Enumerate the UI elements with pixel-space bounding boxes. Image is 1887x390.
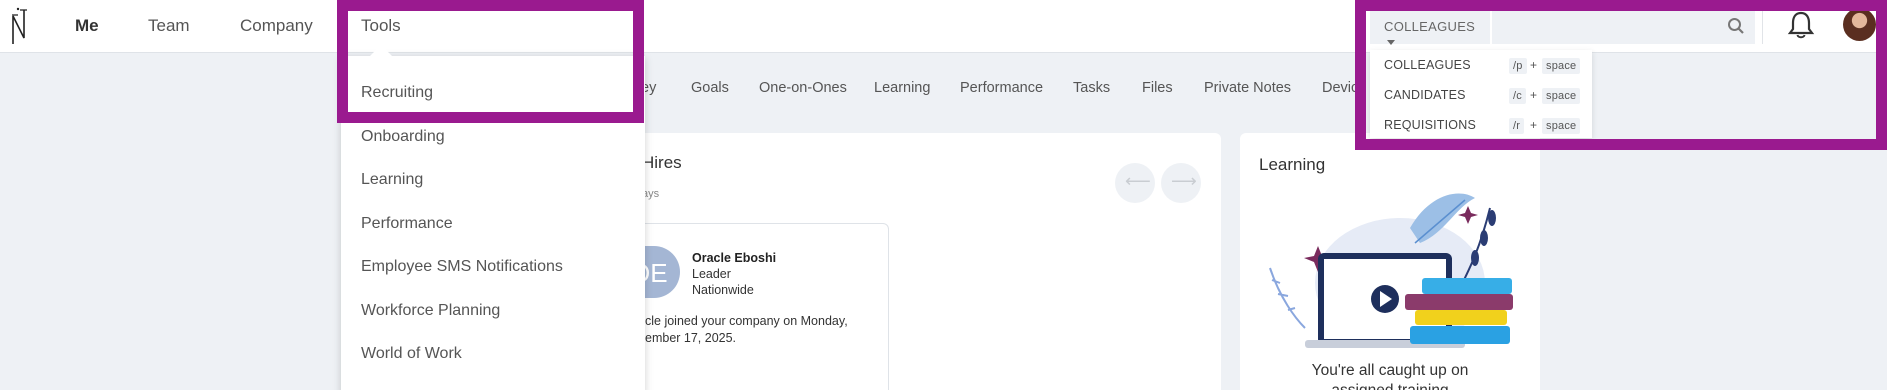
shortcut-key: /p xyxy=(1509,58,1527,74)
previous-arrow-button[interactable]: ⟵ xyxy=(1115,163,1155,203)
shortcut-plus: + xyxy=(1530,118,1538,132)
next-arrow-button[interactable]: ⟶ xyxy=(1161,163,1201,203)
tools-dropdown-caret xyxy=(370,45,392,56)
person-join-message-line2: ember 17, 2025. xyxy=(645,331,737,345)
shortcut-space: space xyxy=(1542,118,1581,134)
shortcut-plus: + xyxy=(1530,88,1538,102)
learning-card: Learning xyxy=(1240,133,1540,390)
search-option-requisitions[interactable]: REQUISITIONS /r + space xyxy=(1384,118,1584,134)
tools-item-employee-sms-notifications[interactable]: Employee SMS Notifications xyxy=(361,258,563,276)
search-icon[interactable] xyxy=(1727,17,1745,35)
tools-item-world-of-work[interactable]: World of Work xyxy=(361,345,462,363)
shortcut-space: space xyxy=(1542,88,1581,104)
new-hire-person-card[interactable] xyxy=(630,223,889,390)
search-option-candidates[interactable]: CANDIDATES /c + space xyxy=(1384,88,1584,104)
nav-tools[interactable]: Tools xyxy=(361,16,401,36)
nav-me[interactable]: Me xyxy=(75,16,99,36)
search-option-label: REQUISITIONS xyxy=(1384,118,1476,132)
search-type-menu: COLLEAGUES /p + space CANDIDATES /c + sp… xyxy=(1370,50,1592,138)
subtab-performance[interactable]: Performance xyxy=(960,80,1043,96)
subtab-goals[interactable]: Goals xyxy=(691,80,729,96)
subtab-one-on-ones[interactable]: One-on-Ones xyxy=(759,80,847,96)
search-input[interactable] xyxy=(1492,8,1755,44)
company-logo-icon[interactable] xyxy=(8,6,30,46)
arrow-left-icon: ⟵ xyxy=(1125,171,1151,191)
nav-company[interactable]: Company xyxy=(240,16,313,36)
arrow-right-icon: ⟶ xyxy=(1171,171,1197,191)
learning-caption-line2: assigned training xyxy=(1240,381,1540,390)
tools-item-workforce-planning[interactable]: Workforce Planning xyxy=(361,302,500,320)
learning-caption-line1: You're all caught up on xyxy=(1311,362,1469,379)
tools-item-performance[interactable]: Performance xyxy=(361,215,453,233)
search-option-colleagues[interactable]: COLLEAGUES /p + space xyxy=(1384,58,1584,74)
user-avatar[interactable] xyxy=(1843,8,1876,41)
top-navigation-bar: Me Team Company COLLEAGUES xyxy=(0,0,1887,53)
person-location: Nationwide xyxy=(692,283,754,297)
learning-card-title: Learning xyxy=(1259,155,1326,174)
person-join-message-line1: cle joined your company on Monday, xyxy=(645,314,848,328)
search-type-dropdown[interactable]: COLLEAGUES xyxy=(1370,8,1490,46)
tools-item-learning[interactable]: Learning xyxy=(361,171,423,189)
learning-caption: You're all caught up on assigned trainin… xyxy=(1240,361,1540,390)
global-search: COLLEAGUES xyxy=(1370,8,1755,46)
shortcut-plus: + xyxy=(1530,58,1538,72)
person-role: Leader xyxy=(692,267,731,281)
subtab-private-notes[interactable]: Private Notes xyxy=(1204,80,1291,96)
chevron-down-icon xyxy=(1387,40,1395,46)
person-name[interactable]: Oracle Eboshi xyxy=(692,251,776,265)
new-hires-title: Hires xyxy=(642,153,682,172)
bell-icon[interactable] xyxy=(1787,10,1815,40)
tools-item-recruiting[interactable]: Recruiting xyxy=(361,84,433,102)
search-type-label: COLLEAGUES xyxy=(1384,19,1476,34)
search-option-label: CANDIDATES xyxy=(1384,88,1466,102)
search-option-label: COLLEAGUES xyxy=(1384,58,1471,72)
nav-team[interactable]: Team xyxy=(148,16,190,36)
shortcut-space: space xyxy=(1542,58,1581,74)
subtab-learning[interactable]: Learning xyxy=(874,80,930,96)
nav-divider xyxy=(1762,8,1763,44)
shortcut-key: /c xyxy=(1509,88,1526,104)
tools-item-onboarding[interactable]: Onboarding xyxy=(361,128,445,146)
subtab-devices[interactable]: Devic xyxy=(1322,80,1358,96)
subtab-tasks[interactable]: Tasks xyxy=(1073,80,1110,96)
learning-illustration-icon xyxy=(1269,193,1513,348)
subtab-files[interactable]: Files xyxy=(1142,80,1173,96)
shortcut-key: /r xyxy=(1509,118,1525,134)
